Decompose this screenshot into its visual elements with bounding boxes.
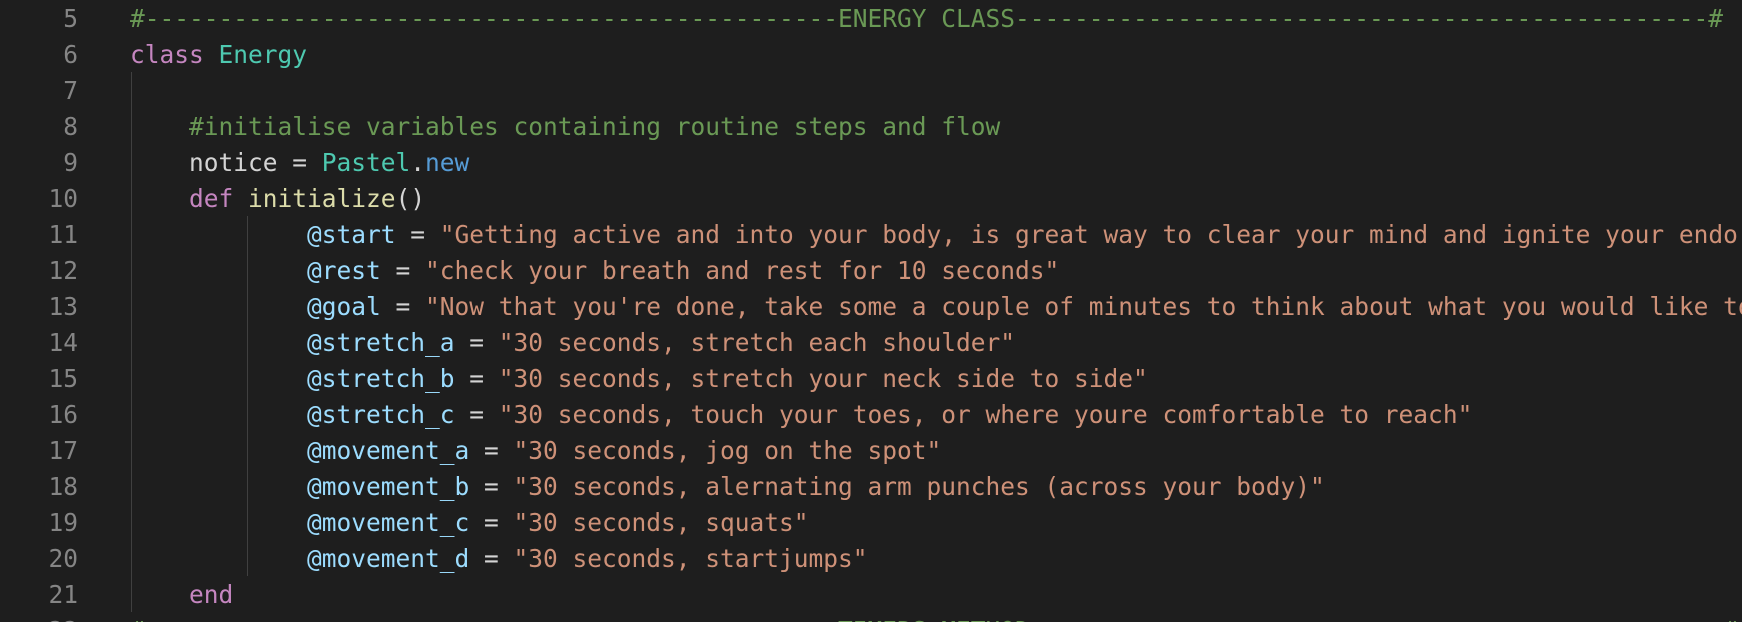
line-number: 20	[48, 544, 78, 573]
line-text: @stretch_b = "30 seconds, stretch your n…	[130, 361, 1148, 397]
code-token: =	[469, 472, 514, 501]
line-text: @movement_c = "30 seconds, squats"	[130, 505, 809, 541]
code-token: initialize	[248, 184, 396, 213]
line-text: #---------------------------------------…	[130, 613, 1738, 622]
code-token: "check your breath and rest for 10 secon…	[425, 256, 1060, 285]
code-token: @stretch_b	[307, 364, 455, 393]
line-number: 6	[63, 40, 78, 69]
code-token: @movement_c	[307, 508, 470, 537]
line-text: @movement_b = "30 seconds, alernating ar…	[130, 469, 1325, 505]
line-text: @goal = "Now that you're done, take some…	[130, 289, 1742, 325]
line-text: end	[130, 577, 233, 613]
code-token: end	[189, 580, 234, 609]
line-number: 9	[63, 148, 78, 177]
code-token: notice =	[130, 148, 322, 177]
line-text: @movement_a = "30 seconds, jog on the sp…	[130, 433, 941, 469]
code-token: ()	[395, 184, 426, 213]
code-token: =	[469, 436, 514, 465]
line-number: 16	[48, 400, 78, 429]
line-text: @start = "Getting active and into your b…	[130, 217, 1742, 253]
line-number: 19	[48, 508, 78, 537]
code-token: #---------------------------------------…	[130, 616, 1738, 622]
code-token: Energy	[218, 40, 308, 69]
code-token: =	[380, 292, 426, 321]
line-text: #---------------------------------------…	[130, 1, 1723, 37]
line-number: 11	[48, 220, 78, 249]
code-token: @movement_b	[307, 472, 470, 501]
code-editor[interactable]: 5 #--------------------------------------…	[0, 0, 1742, 622]
code-token: Pastel	[321, 148, 411, 177]
code-token: =	[469, 508, 514, 537]
line-number: 13	[48, 292, 78, 321]
line-number: 18	[48, 472, 78, 501]
code-token: "Now that you're done, take some a coupl…	[425, 292, 1742, 321]
code-token: #---------------------------------------…	[130, 4, 1724, 33]
line-text: @stretch_a = "30 seconds, stretch each s…	[130, 325, 1015, 361]
code-token: def	[189, 184, 234, 213]
code-token: @stretch_a	[307, 328, 455, 357]
code-token: "Getting active and into your body, is g…	[439, 220, 1742, 249]
line-number: 8	[63, 112, 78, 141]
line-text: class Energy	[130, 37, 307, 73]
line-text: @movement_d = "30 seconds, startjumps"	[130, 541, 868, 577]
line-number: 5	[63, 4, 78, 33]
code-token: =	[454, 400, 499, 429]
code-token: @start	[307, 220, 396, 249]
code-token: =	[454, 328, 499, 357]
line-text: #initialise variables containing routine…	[130, 109, 1000, 145]
line-number: 7	[63, 76, 78, 105]
code-token: "30 seconds, touch your toes, or where y…	[498, 400, 1473, 429]
line-number: 15	[48, 364, 78, 393]
code-token: "30 seconds, jog on the spot"	[513, 436, 942, 465]
code-token: "30 seconds, alernating arm punches (acr…	[513, 472, 1325, 501]
line-number: 17	[48, 436, 78, 465]
line-text: notice = Pastel.new	[130, 145, 469, 181]
line-number: 22	[0, 613, 78, 622]
code-token: @movement_d	[307, 544, 470, 573]
code-token: @movement_a	[307, 436, 470, 465]
code-token: new	[425, 148, 470, 177]
code-token: =	[469, 544, 514, 573]
code-token: =	[380, 256, 426, 285]
line-number: 14	[48, 328, 78, 357]
line-text: @stretch_c = "30 seconds, touch your toe…	[130, 397, 1472, 433]
line-text: def initialize()	[130, 181, 425, 217]
code-token: .	[410, 148, 426, 177]
code-token: @goal	[307, 292, 381, 321]
code-token: "30 seconds, squats"	[513, 508, 809, 537]
code-token: @rest	[307, 256, 381, 285]
code-token: @stretch_c	[307, 400, 455, 429]
code-token: =	[454, 364, 499, 393]
code-token: #initialise variables containing routine…	[130, 112, 1001, 141]
code-token: class	[130, 40, 204, 69]
code-token: =	[395, 220, 440, 249]
code-token: "30 seconds, stretch your neck side to s…	[498, 364, 1148, 393]
line-text: @rest = "check your breath and rest for …	[130, 253, 1059, 289]
line-number: 12	[48, 256, 78, 285]
line-number: 10	[48, 184, 78, 213]
code-token: "30 seconds, stretch each shoulder"	[498, 328, 1016, 357]
code-token: "30 seconds, startjumps"	[513, 544, 868, 573]
line-number: 21	[48, 580, 78, 609]
